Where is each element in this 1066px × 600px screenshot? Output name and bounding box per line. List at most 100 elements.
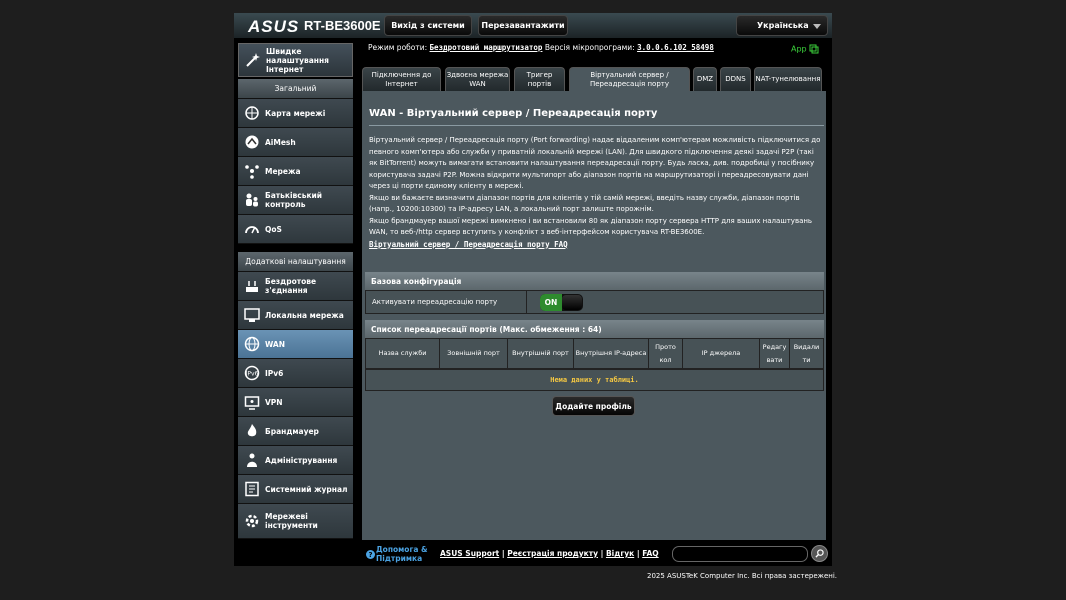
sidebar-item-quick-setup[interactable]: Швидке налаштування Інтернет [238,43,353,77]
sidebar-item-network-tools[interactable]: Мережеві інструменти [238,504,353,539]
aimesh-icon [242,132,262,152]
footer: ? Допомога & Підтримка ASUS Support | Ре… [362,540,832,566]
basic-config-header: Базова конфігурація [365,272,824,290]
wand-icon [243,50,263,70]
sidebar-item-network-map[interactable]: Карта мережі [238,99,353,128]
question-icon: ? [366,550,375,559]
toggle-knob [562,295,582,310]
sidebar-item-label: Мережа [265,166,301,176]
desc-paragraph-1: Віртуальний сервер / Переадресація порту… [369,136,821,190]
parental-control-icon [242,190,262,210]
sidebar-item-ipv6[interactable]: IPv6 IPv6 [238,359,353,388]
description: Віртуальний сервер / Переадресація порту… [369,135,824,251]
sidebar-item-label: Локальна мережа [265,310,344,320]
col-source-ip: IP джерела [683,339,760,368]
sidebar-item-label: AiMesh [265,137,296,147]
list-header: Список переадресації портів (Макс. обмеж… [365,320,824,338]
help-support-link[interactable]: ? Допомога & Підтримка [366,545,430,563]
enable-row: Активувати переадресацію порту ON [365,290,824,314]
sidebar-item-label: Брандмауер [265,426,319,436]
language-select[interactable]: Українська [736,15,828,36]
tab-dual-wan[interactable]: Здвоєна мережа WAN [445,67,510,91]
tab-dmz[interactable]: DMZ [693,67,717,91]
col-internal-ip: Внутрішня IP-адреса [574,339,649,368]
reboot-button[interactable]: Перезавантажити [478,15,568,36]
sidebar-item-lan[interactable]: Локальна мережа [238,301,353,330]
sidebar-item-network[interactable]: Мережа [238,157,353,186]
firewall-icon [242,421,262,441]
page-title: WAN - Віртуальний сервер / Переадресація… [369,108,658,119]
language-value: Українська [757,21,809,30]
qos-icon [242,219,262,239]
tab-port-trigger[interactable]: Тригер портів [514,67,565,91]
sidebar-item-label: VPN [265,397,283,407]
col-edit: Редагувати [760,339,790,368]
sidebar-item-qos[interactable]: QoS [238,215,353,244]
desc-paragraph-2: Якщо ви бажаєте визначити діапазон порті… [369,193,800,214]
copyright: 2025 ASUSTeK Computer Inc. Всі права зас… [647,572,837,580]
svg-text:IPv6: IPv6 [246,371,259,378]
sidebar-item-wan[interactable]: WAN [238,330,353,359]
sidebar-item-label: Адміністрування [265,455,338,465]
asus-logo: ASUS [248,17,300,36]
col-delete: Видалити [793,342,820,364]
product-registration-link[interactable]: Реєстрація продукту [507,549,598,558]
sidebar-item-label: IPv6 [265,368,284,378]
chevron-down-icon [813,24,821,29]
mode-value-link[interactable]: Бездротовий маршрутизатор [430,43,543,52]
sidebar-item-label: Мережеві інструменти [265,512,318,530]
list-columns: Назва служби Зовнішній порт Внутрішній п… [365,338,824,369]
help-label: Допомога & Підтримка [376,545,428,563]
row-divider [526,291,527,313]
app-label: App [791,44,807,54]
sidebar-item-label: Карта мережі [265,108,326,118]
logout-button[interactable]: Вихід з системи [384,15,472,36]
sidebar-item-label: Батьківський контроль [265,191,323,209]
wan-icon [242,334,262,354]
search-input[interactable] [672,546,808,562]
sidebar-item-wireless[interactable]: Бездротове з'єднання [238,272,353,301]
desc-paragraph-3: Якщо брандмауер вашої мережі вимкнено і … [369,216,813,237]
col-protocol: Протокол [649,339,683,368]
sidebar-item-vpn[interactable]: VPN [238,388,353,417]
lan-icon [242,305,262,325]
enable-toggle[interactable]: ON [540,294,583,311]
sidebar-item-firewall[interactable]: Брандмауер [238,417,353,446]
status-bar: Режим роботи: Бездротовий маршрутизатор … [368,43,828,61]
fw-value-link[interactable]: 3.0.0.6.102_58498 [637,43,714,52]
tab-virtual-server[interactable]: Віртуальний сервер / Переадресація порту [569,67,690,91]
feedback-link[interactable]: Відгук [606,549,634,558]
sidebar-item-aimesh[interactable]: AiMesh [238,128,353,157]
model-name: RT-BE3600E [304,18,381,33]
asus-support-link[interactable]: ASUS Support [440,549,499,558]
tab-ddns[interactable]: DDNS [720,67,751,91]
app-link[interactable]: App [791,44,819,54]
add-profile-button[interactable]: Додайте профіль [552,396,635,416]
network-map-icon [242,103,262,123]
sidebar-item-label: Системний журнал [265,484,348,494]
ipv6-icon: IPv6 [242,363,262,383]
search-button[interactable] [811,545,828,562]
app-icon [809,44,819,54]
empty-table-message: Нема даних у таблиці. [365,369,824,391]
admin-icon [242,450,262,470]
faq-link[interactable]: Віртуальний сервер / Переадресація порту… [369,240,568,249]
network-tools-icon [242,511,262,531]
section-general: Загальний [238,79,353,99]
network-icon [242,161,262,181]
sidebar-item-system-log[interactable]: Системний журнал [238,475,353,504]
title-divider [369,125,824,126]
col-service-name: Назва служби [366,339,440,368]
sidebar-item-administration[interactable]: Адміністрування [238,446,353,475]
sidebar-item-label: Бездротове з'єднання [265,277,317,295]
system-log-icon [242,479,262,499]
vpn-icon [242,392,262,412]
search-icon [815,549,824,558]
enable-label: Активувати переадресацію порту [372,298,498,306]
mode-label: Режим роботи: [368,43,428,52]
sidebar-item-parental-control[interactable]: Батьківський контроль [238,186,353,215]
tab-internet[interactable]: Підключення до Інтернет [362,67,441,91]
faq-footer-link[interactable]: FAQ [642,549,658,558]
toggle-on-label: ON [540,294,562,311]
tab-nat-passthrough[interactable]: NAT-тунелювання [754,67,822,91]
